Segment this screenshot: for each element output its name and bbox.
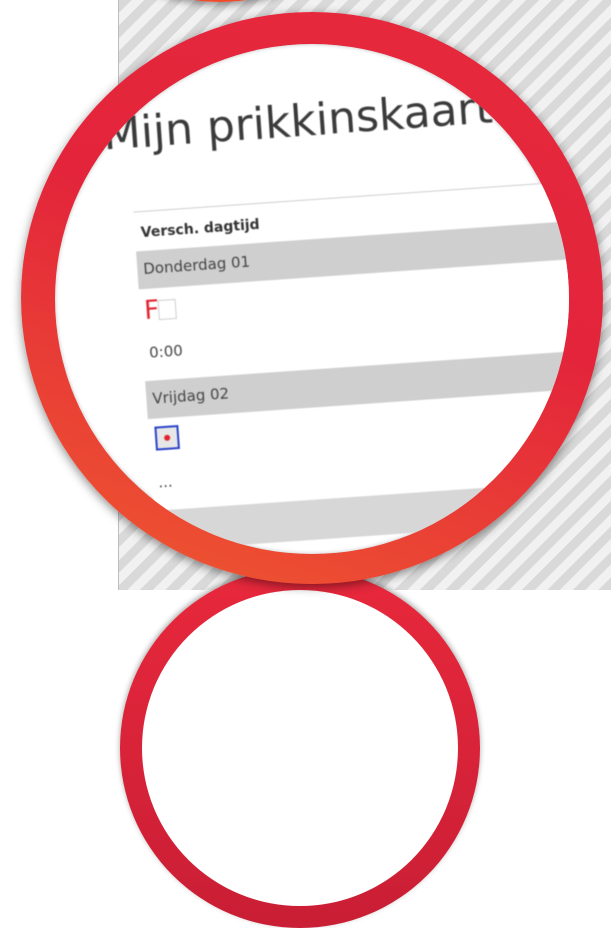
partial-time-value: ... xyxy=(157,472,174,492)
f-code-marker[interactable]: F xyxy=(143,295,177,326)
column-header-versch-dagtijd: Versch. dagtijd xyxy=(140,216,261,242)
punch-card-view: Mijn prikkinskaart Versch. dagtijd Donde… xyxy=(95,51,569,554)
main-magnifier-lens: Mijn prikkinskaart Versch. dagtijd Donde… xyxy=(55,44,569,554)
bottom-magnifier-lens xyxy=(142,590,458,906)
time-value: 0:00 xyxy=(148,341,184,362)
page-title: Mijn prikkinskaart xyxy=(101,82,495,161)
bottom-magnifier-ring xyxy=(120,568,480,928)
day-label: Donderdag 01 xyxy=(142,252,251,279)
code-checkbox[interactable] xyxy=(157,298,177,321)
red-dot-icon xyxy=(163,434,171,442)
selected-marker-icon[interactable] xyxy=(154,424,180,451)
day-label: Vrijdag 02 xyxy=(151,384,230,408)
